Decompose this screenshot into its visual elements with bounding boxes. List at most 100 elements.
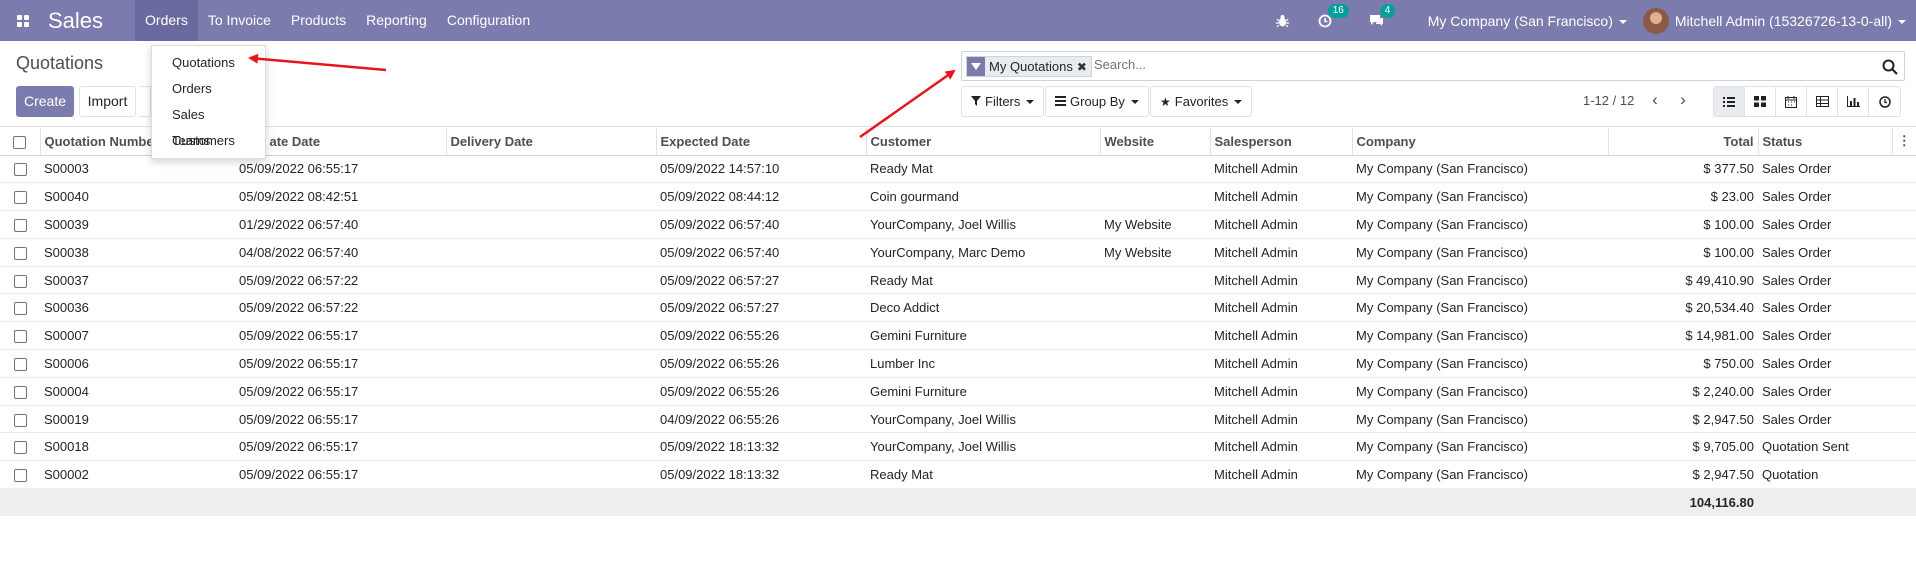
cell-number: S00038 bbox=[40, 238, 235, 267]
column-header-website[interactable]: Website bbox=[1100, 128, 1211, 156]
filters-button[interactable]: Filters bbox=[961, 86, 1045, 117]
column-header-expected-date[interactable]: Expected Date bbox=[656, 128, 867, 156]
group-by-button[interactable]: Group By bbox=[1045, 86, 1149, 117]
cell-status: Sales Order bbox=[1758, 182, 1892, 212]
pager-next-icon[interactable]: › bbox=[1674, 90, 1692, 110]
column-header-total[interactable]: Total bbox=[1608, 128, 1759, 156]
footer-cell bbox=[866, 488, 1100, 516]
table-row[interactable]: S00036 05/09/2022 06:57:22 05/09/2022 06:5… bbox=[0, 293, 1916, 323]
menu-to-invoice[interactable]: To Invoice bbox=[198, 0, 281, 41]
cell-customer: Ready Mat bbox=[866, 155, 1100, 184]
search-icon[interactable] bbox=[1882, 59, 1898, 75]
cell-delivery bbox=[446, 182, 656, 212]
cell-expected: 05/09/2022 18:13:32 bbox=[656, 460, 866, 490]
favorites-button[interactable]: ★ Favorites bbox=[1150, 86, 1253, 117]
cell-expected: 05/09/2022 06:57:27 bbox=[656, 293, 866, 323]
row-checkbox[interactable] bbox=[0, 210, 40, 239]
create-button[interactable]: Create bbox=[16, 86, 74, 117]
table-row[interactable]: S00004 05/09/2022 06:55:17 05/09/2022 06:5… bbox=[0, 377, 1916, 406]
apps-menu-icon[interactable] bbox=[0, 0, 46, 41]
table-row[interactable]: S00003 05/09/2022 06:55:17 05/09/2022 14:5… bbox=[0, 155, 1916, 184]
search-facet-my-quotations[interactable]: My Quotations ✖ bbox=[966, 56, 1092, 77]
row-checkbox[interactable] bbox=[0, 405, 40, 434]
column-header-status[interactable]: Status bbox=[1758, 128, 1893, 156]
search-bar[interactable]: My Quotations ✖ bbox=[961, 51, 1905, 81]
remove-facet-icon[interactable]: ✖ bbox=[1077, 60, 1091, 74]
cell-expected: 05/09/2022 14:57:10 bbox=[656, 155, 866, 184]
extra-action-button[interactable] bbox=[139, 86, 151, 117]
optional-columns-toggle-icon[interactable]: ⋮ bbox=[1892, 128, 1916, 156]
menu-orders[interactable]: Orders bbox=[135, 0, 198, 41]
activities-clock-icon[interactable]: 16 bbox=[1316, 3, 1349, 30]
row-checkbox[interactable] bbox=[0, 293, 40, 323]
row-checkbox[interactable] bbox=[0, 155, 40, 184]
cell-expected: 05/09/2022 06:57:40 bbox=[656, 238, 866, 267]
table-row[interactable]: S00039 01/29/2022 06:57:40 05/09/2022 06:5… bbox=[0, 210, 1916, 239]
column-header-customer[interactable]: Customer bbox=[866, 128, 1101, 156]
graph-view-icon[interactable] bbox=[1838, 87, 1869, 116]
cell-company: My Company (San Francisco) bbox=[1352, 349, 1608, 378]
row-checkbox[interactable] bbox=[0, 238, 40, 267]
menu-products[interactable]: Products bbox=[281, 0, 356, 41]
row-checkbox[interactable] bbox=[0, 266, 40, 295]
user-avatar[interactable] bbox=[1642, 7, 1669, 34]
cell-company: My Company (San Francisco) bbox=[1352, 460, 1608, 490]
row-checkbox[interactable] bbox=[0, 460, 40, 490]
column-header-company[interactable]: Company bbox=[1352, 128, 1609, 156]
filters-label: Filters bbox=[985, 94, 1021, 109]
table-row[interactable]: S00037 05/09/2022 06:57:22 05/09/2022 06:5… bbox=[0, 266, 1916, 295]
search-input[interactable] bbox=[1094, 57, 1854, 72]
footer-cell bbox=[1210, 488, 1352, 516]
list-view-icon[interactable] bbox=[1714, 87, 1745, 116]
footer-cell bbox=[446, 488, 656, 516]
cell-creation: 05/09/2022 06:57:22 bbox=[235, 266, 446, 295]
bug-icon[interactable] bbox=[1274, 12, 1292, 30]
pivot-view-icon[interactable] bbox=[1807, 87, 1838, 116]
row-checkbox[interactable] bbox=[0, 349, 40, 378]
kanban-view-icon[interactable] bbox=[1745, 87, 1776, 116]
column-header-delivery-date[interactable]: Delivery Date bbox=[446, 128, 657, 156]
dropdown-item-customers[interactable]: Customers bbox=[152, 128, 265, 154]
dropdown-item-quotations[interactable]: Quotations bbox=[152, 50, 265, 76]
row-checkbox[interactable] bbox=[0, 321, 40, 351]
cell-customer: Ready Mat bbox=[866, 460, 1100, 490]
cell-creation: 04/08/2022 06:57:40 bbox=[235, 238, 446, 267]
cell-number: S00037 bbox=[40, 266, 235, 295]
chevron-down-icon bbox=[1026, 99, 1035, 104]
column-header-salesperson[interactable]: Salesperson bbox=[1210, 128, 1353, 156]
row-checkbox[interactable] bbox=[0, 432, 40, 462]
pager-previous-icon[interactable]: ‹ bbox=[1646, 90, 1664, 110]
cell-website bbox=[1100, 432, 1210, 462]
menu-reporting[interactable]: Reporting bbox=[356, 0, 437, 41]
chevron-down-icon bbox=[1130, 99, 1139, 104]
table-row[interactable]: S00007 05/09/2022 06:55:17 05/09/2022 06:5… bbox=[0, 321, 1916, 351]
row-end-cell bbox=[1892, 238, 1916, 267]
table-row[interactable]: S00018 05/09/2022 06:55:17 05/09/2022 18:1… bbox=[0, 432, 1916, 462]
table-row[interactable]: S00038 04/08/2022 06:57:40 05/09/2022 06:5… bbox=[0, 238, 1916, 267]
cell-status: Sales Order bbox=[1758, 293, 1892, 323]
pager-value[interactable]: 1-12 / 12 bbox=[1583, 93, 1634, 108]
company-switcher[interactable]: My Company (San Francisco) bbox=[1428, 13, 1627, 29]
activity-view-icon[interactable] bbox=[1869, 87, 1900, 116]
column-header-creation-date[interactable]: ate Date bbox=[235, 128, 447, 156]
table-row[interactable]: S00006 05/09/2022 06:55:17 05/09/2022 06:5… bbox=[0, 349, 1916, 378]
table-row[interactable]: S00019 05/09/2022 06:55:17 04/09/2022 06:5… bbox=[0, 405, 1916, 434]
dropdown-item-orders[interactable]: Orders bbox=[152, 76, 265, 102]
import-button[interactable]: Import bbox=[79, 86, 136, 117]
table-row[interactable]: S00040 05/09/2022 08:42:51 05/09/2022 08:4… bbox=[0, 182, 1916, 212]
user-menu[interactable]: Mitchell Admin (15326726-13-0-all) bbox=[1675, 13, 1906, 29]
cell-website bbox=[1100, 349, 1210, 378]
table-row[interactable]: S00002 05/09/2022 06:55:17 05/09/2022 18:1… bbox=[0, 460, 1916, 490]
calendar-view-icon[interactable] bbox=[1776, 87, 1807, 116]
app-title[interactable]: Sales bbox=[46, 0, 135, 41]
select-all-checkbox[interactable] bbox=[0, 128, 41, 156]
cell-status: Sales Order bbox=[1758, 155, 1892, 184]
messages-chat-icon[interactable]: 4 bbox=[1368, 3, 1396, 30]
activities-count-badge: 16 bbox=[1327, 3, 1349, 18]
dropdown-item-sales-teams[interactable]: Sales Teams bbox=[152, 102, 265, 148]
row-checkbox[interactable] bbox=[0, 182, 40, 212]
row-checkbox[interactable] bbox=[0, 377, 40, 406]
menu-configuration[interactable]: Configuration bbox=[437, 0, 540, 41]
cell-expected: 05/09/2022 06:57:40 bbox=[656, 210, 866, 239]
cell-website bbox=[1100, 460, 1210, 490]
